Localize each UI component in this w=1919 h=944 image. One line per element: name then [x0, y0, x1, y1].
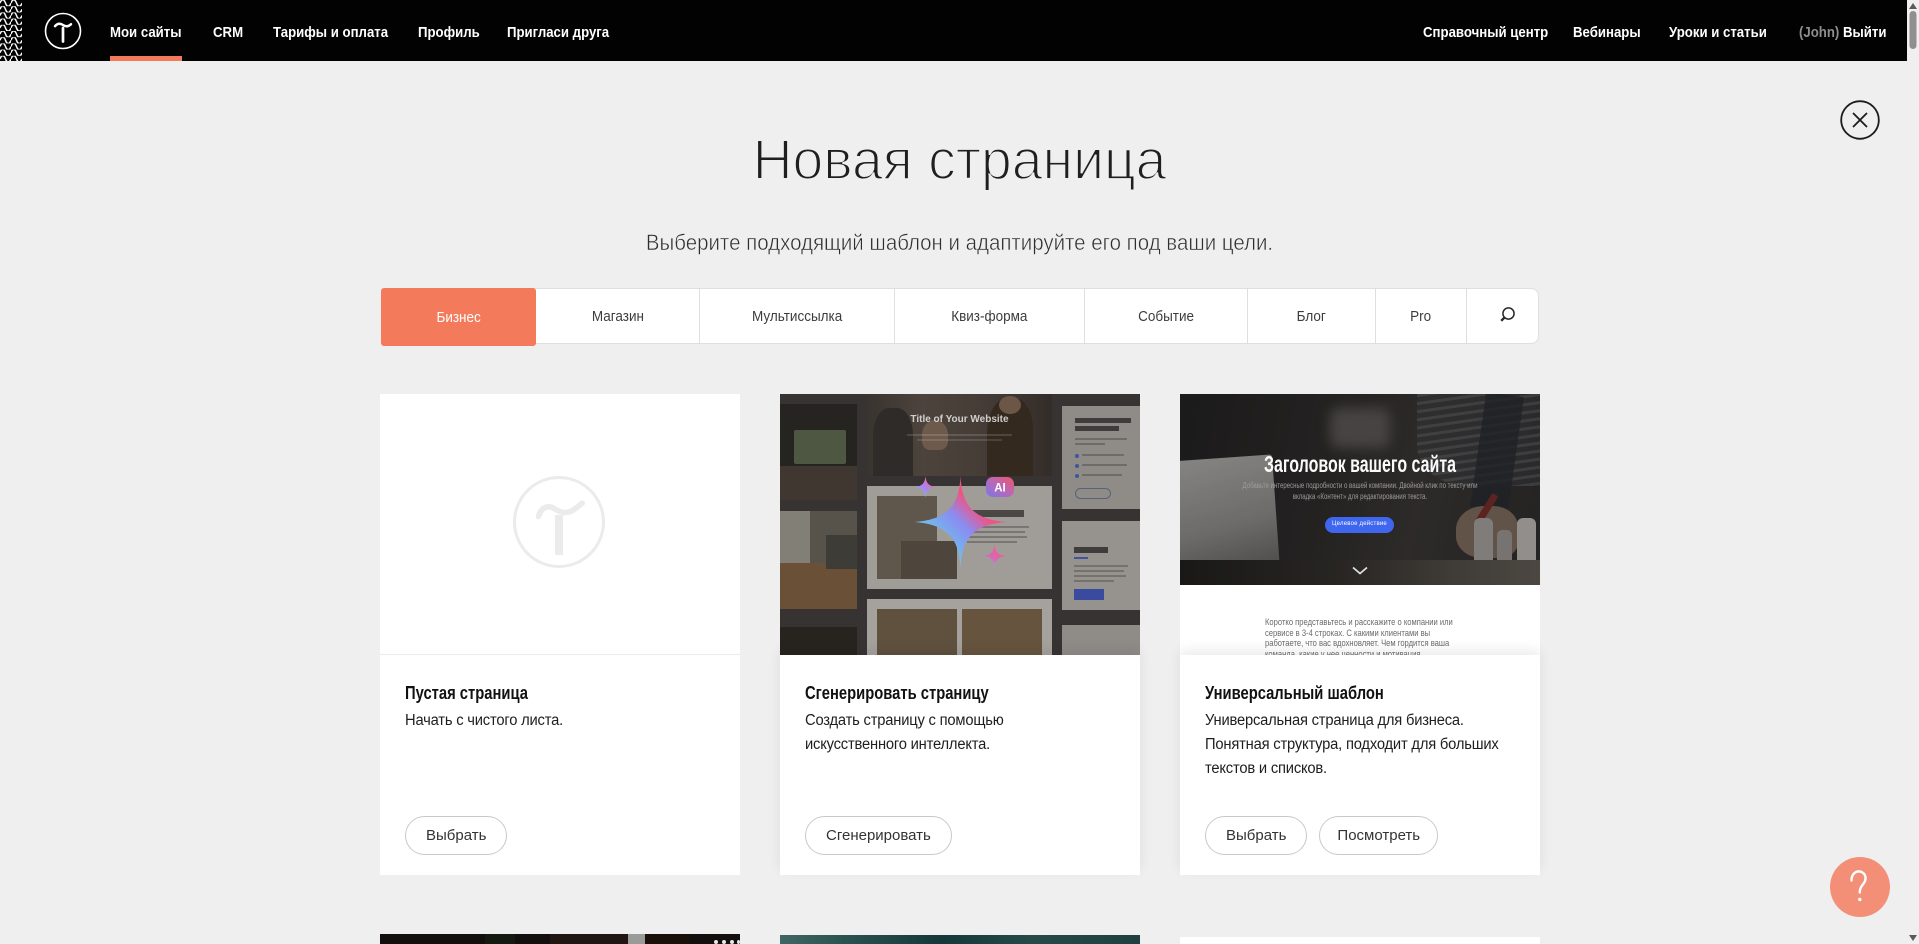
svg-text:AI: AI [994, 483, 1006, 495]
